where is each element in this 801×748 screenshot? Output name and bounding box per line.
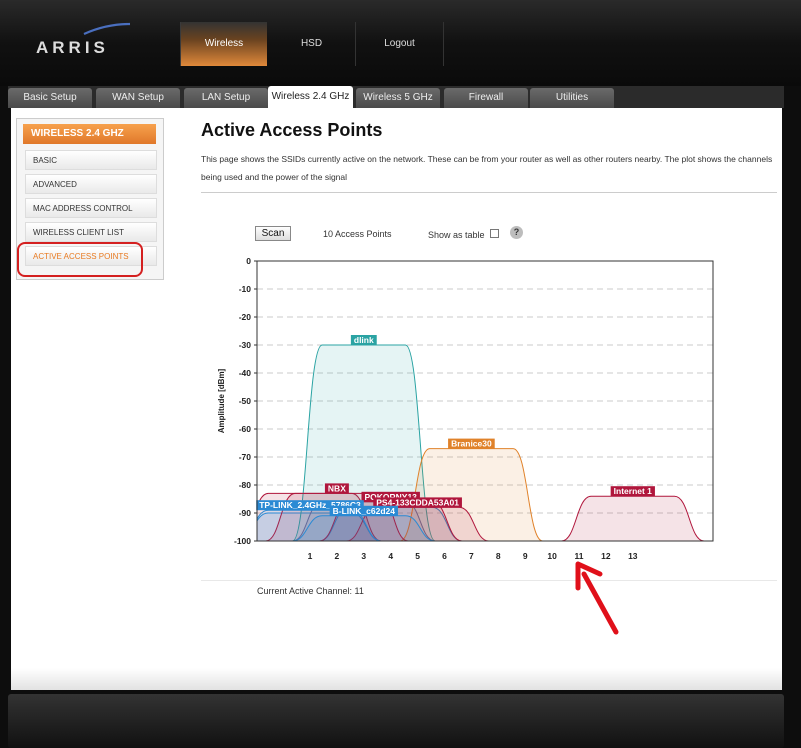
side-menu-header: WIRELESS 2.4 GHZ xyxy=(23,124,156,144)
scan-button[interactable]: Scan xyxy=(255,226,291,241)
nav-divider xyxy=(180,22,181,66)
y-tick-label: -40 xyxy=(239,368,252,378)
access-point-count: 10 Access Points xyxy=(323,229,392,239)
series-label-text: B-LINK_c62d24 xyxy=(333,506,396,516)
x-tick-label: 3 xyxy=(361,551,366,561)
tab-wan-setup[interactable]: WAN Setup xyxy=(96,88,180,108)
y-tick-label: -100 xyxy=(234,536,251,546)
arris-logo: ARRIS xyxy=(36,22,131,58)
side-item-advanced[interactable]: ADVANCED xyxy=(25,174,157,194)
footer-bar xyxy=(8,694,784,748)
x-tick-label: 8 xyxy=(496,551,501,561)
page-title: Active Access Points xyxy=(201,120,383,140)
top-bar: ARRIS Wireless HSD Logout xyxy=(0,0,801,86)
x-tick-label: 6 xyxy=(442,551,447,561)
divider xyxy=(201,580,777,581)
side-item-basic[interactable]: BASIC xyxy=(25,150,157,170)
x-tick-label: 5 xyxy=(415,551,420,561)
y-tick-label: -10 xyxy=(239,284,252,294)
divider xyxy=(201,192,777,193)
y-tick-label: -80 xyxy=(239,480,252,490)
y-tick-label: -20 xyxy=(239,312,252,322)
series-label-text: Branice30 xyxy=(451,439,492,449)
x-tick-label: 1 xyxy=(308,551,313,561)
help-icon[interactable]: ? xyxy=(510,226,523,239)
topnav-wireless[interactable]: Wireless xyxy=(181,22,267,66)
y-tick-label: -90 xyxy=(239,508,252,518)
tab-lan-setup[interactable]: LAN Setup xyxy=(184,88,268,108)
series-label-branice30: Branice30 xyxy=(448,438,495,449)
show-as-table-label: Show as table xyxy=(428,230,485,240)
y-tick-label: -70 xyxy=(239,452,252,462)
tab-wireless-2-4-ghz[interactable]: Wireless 2.4 GHz xyxy=(268,86,353,108)
x-tick-label: 7 xyxy=(469,551,474,561)
signal-trace-internet-1 xyxy=(561,495,705,541)
page-description: This page shows the SSIDs currently acti… xyxy=(201,154,773,182)
series-label-dlink: dlink xyxy=(350,335,377,345)
x-tick-label: 10 xyxy=(547,551,557,561)
annotation-arrow-icon xyxy=(575,561,619,635)
side-item-mac-address-control[interactable]: MAC ADDRESS CONTROL xyxy=(25,198,157,218)
tab-utilities[interactable]: Utilities xyxy=(530,88,614,108)
logo-text: ARRIS xyxy=(36,38,109,57)
series-label-text: Internet 1 xyxy=(614,486,653,496)
y-tick-label: -60 xyxy=(239,424,252,434)
series-label-text: NBX xyxy=(328,483,346,493)
x-tick-label: 4 xyxy=(388,551,393,561)
signal-trace-b-link-c62d24 xyxy=(292,515,436,541)
topnav-logout[interactable]: Logout xyxy=(356,22,444,66)
tab-wireless-5-ghz[interactable]: Wireless 5 GHz xyxy=(356,88,440,108)
y-tick-label: 0 xyxy=(246,256,251,266)
chart-y-axis-label: Amplitude [dBm] xyxy=(217,368,226,433)
x-tick-label: 2 xyxy=(335,551,340,561)
x-tick-label: 9 xyxy=(523,551,528,561)
series-label-b-link-c62d24: B-LINK_c62d24 xyxy=(329,505,398,516)
side-item-wireless-client-list[interactable]: WIRELESS CLIENT LIST xyxy=(25,222,157,242)
series-label-internet-1: Internet 1 xyxy=(610,486,655,497)
series-label-nbx: NBX xyxy=(324,483,349,494)
show-as-table-checkbox[interactable] xyxy=(490,229,499,238)
tab-firewall[interactable]: Firewall xyxy=(444,88,528,108)
series-label-text: dlink xyxy=(354,335,374,345)
logo-swoosh-icon xyxy=(83,22,131,36)
y-tick-label: -30 xyxy=(239,340,252,350)
tab-basic-setup[interactable]: Basic Setup xyxy=(8,88,92,108)
tab-bar: Basic Setup WAN Setup LAN Setup Wireless… xyxy=(8,86,784,108)
channel-chart: dlinkBranice30NBXPOKORNY13PS4-133CDDA53A… xyxy=(217,256,714,561)
topnav-hsd[interactable]: HSD xyxy=(268,22,356,66)
content-bottom-fade xyxy=(11,668,782,690)
current-active-channel: Current Active Channel: 11 xyxy=(257,586,364,596)
y-tick-label: -50 xyxy=(239,396,252,406)
annotation-circle xyxy=(17,242,143,277)
